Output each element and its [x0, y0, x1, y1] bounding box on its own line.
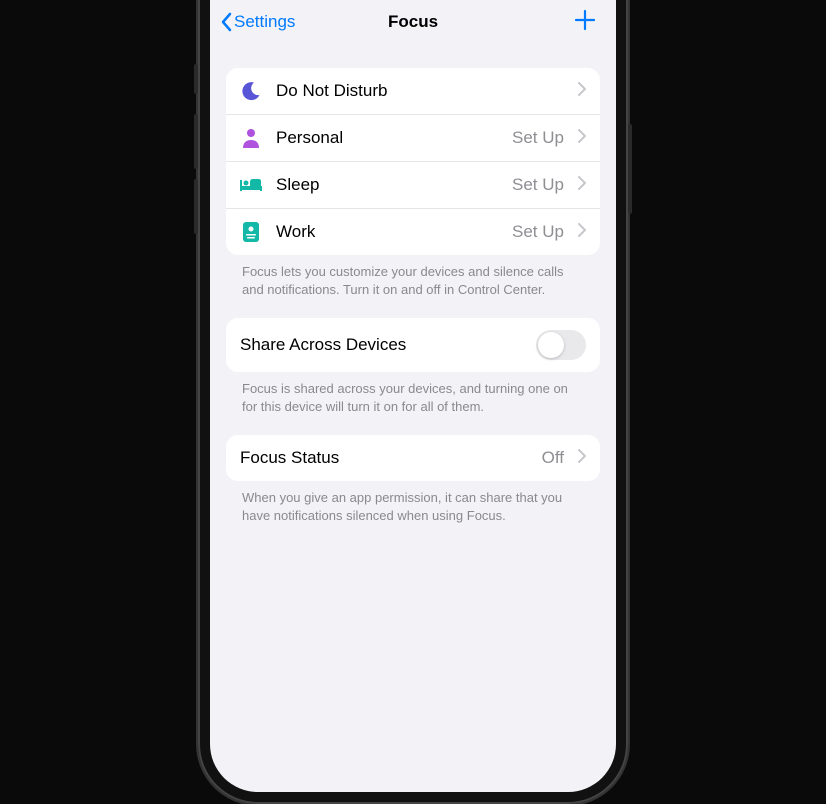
- focus-row-personal[interactable]: Personal Set Up: [226, 114, 600, 161]
- back-button[interactable]: Settings: [220, 12, 295, 32]
- row-label: Do Not Disturb: [276, 81, 550, 101]
- chevron-left-icon: [220, 12, 232, 32]
- row-label: Share Across Devices: [240, 335, 522, 355]
- chevron-right-icon: [578, 223, 586, 242]
- focus-row-work[interactable]: Work Set Up: [226, 208, 600, 255]
- add-button[interactable]: [570, 8, 600, 36]
- chevron-right-icon: [578, 82, 586, 101]
- phone-side-button: [194, 64, 198, 94]
- chevron-right-icon: [578, 176, 586, 195]
- row-trail: Set Up: [512, 175, 564, 195]
- share-across-devices-row: Share Across Devices: [226, 318, 600, 372]
- back-label: Settings: [234, 12, 295, 32]
- share-across-devices-toggle[interactable]: [536, 330, 586, 360]
- plus-icon: [574, 9, 596, 31]
- phone-side-button: [194, 179, 198, 234]
- group-footer: Focus is shared across your devices, and…: [226, 372, 600, 415]
- share-across-devices-group: Share Across Devices: [226, 318, 600, 372]
- iphone-frame: 9:41 Settings Focus: [198, 0, 628, 804]
- page-title: Focus: [388, 12, 438, 32]
- row-trail: Set Up: [512, 128, 564, 148]
- nav-bar: Settings Focus: [210, 0, 616, 48]
- row-label: Personal: [276, 128, 498, 148]
- phone-side-button: [628, 124, 632, 214]
- screen: 9:41 Settings Focus: [210, 0, 616, 792]
- chevron-right-icon: [578, 449, 586, 468]
- row-trail: Off: [542, 448, 564, 468]
- focus-row-do-not-disturb[interactable]: Do Not Disturb: [226, 68, 600, 114]
- content: Do Not Disturb Personal Set Up: [210, 68, 616, 524]
- badge-icon: [240, 221, 262, 243]
- focus-row-sleep[interactable]: Sleep Set Up: [226, 161, 600, 208]
- focus-modes-group: Do Not Disturb Personal Set Up: [226, 68, 600, 255]
- group-footer: Focus lets you customize your devices an…: [226, 255, 600, 298]
- moon-icon: [240, 80, 262, 102]
- bed-icon: [240, 174, 262, 196]
- phone-side-button: [194, 114, 198, 169]
- focus-status-row[interactable]: Focus Status Off: [226, 435, 600, 481]
- focus-status-group: Focus Status Off: [226, 435, 600, 481]
- row-label: Focus Status: [240, 448, 528, 468]
- group-footer: When you give an app permission, it can …: [226, 481, 600, 524]
- person-icon: [240, 127, 262, 149]
- row-trail: Set Up: [512, 222, 564, 242]
- row-label: Sleep: [276, 175, 498, 195]
- row-label: Work: [276, 222, 498, 242]
- chevron-right-icon: [578, 129, 586, 148]
